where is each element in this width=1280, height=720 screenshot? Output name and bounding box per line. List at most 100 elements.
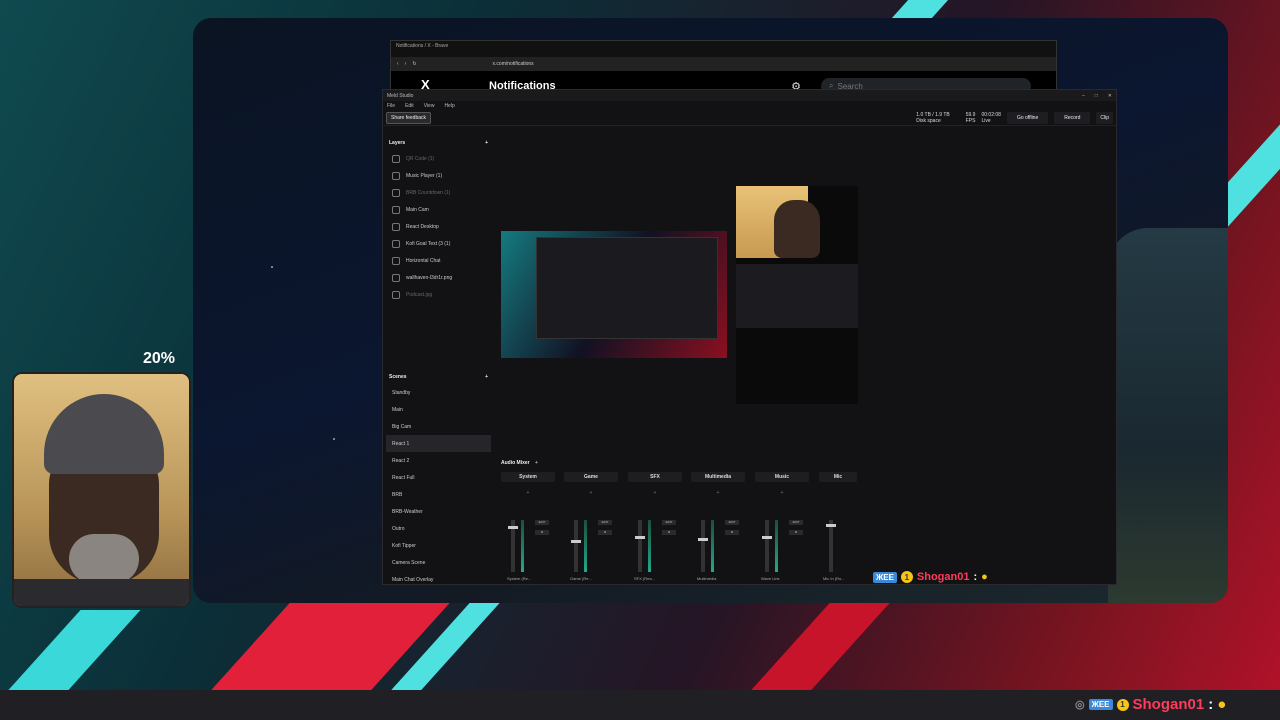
record-button[interactable]: Record [1054, 111, 1091, 124]
chat-separator: : [973, 571, 978, 583]
preview-canvas-main[interactable] [501, 231, 727, 358]
scene-item[interactable]: Big Cam [386, 418, 491, 435]
mute-button[interactable]: M [789, 530, 803, 535]
scene-item[interactable]: Standby [386, 384, 491, 401]
add-filter-icon[interactable]: + [501, 490, 555, 496]
layer-icon [392, 256, 400, 265]
layers-header: Layers [389, 140, 406, 146]
scene-item[interactable]: Camera Scene [386, 554, 491, 571]
add-filter-icon[interactable]: + [755, 490, 809, 496]
level-meter [521, 520, 524, 572]
menu-help[interactable]: Help [444, 103, 454, 109]
add-filter-icon[interactable]: + [691, 490, 745, 496]
meld-studio-window: Meld Studio – □ ✕ File Edit View Help Sh… [382, 89, 1117, 585]
channel-name[interactable]: System [501, 472, 555, 482]
layer-label: React Desktop [406, 223, 439, 230]
menu-edit[interactable]: Edit [405, 103, 414, 109]
live-status: 00:02:08 Live [981, 112, 1000, 124]
scene-item-active[interactable]: React 1 [386, 435, 491, 452]
scenes-header: Scenes [389, 374, 407, 380]
mute-button[interactable]: M [598, 530, 612, 535]
cam-percent: 20% [143, 350, 176, 367]
layer-icon [392, 205, 400, 214]
layer-item[interactable]: Podcast.jpg [386, 286, 491, 303]
layer-item[interactable]: Horizontal Chat [386, 252, 491, 269]
star [271, 266, 273, 268]
scene-item[interactable]: BRB-Weather [386, 503, 491, 520]
preview-canvas-vertical[interactable] [736, 186, 858, 404]
channel-device[interactable]: SFX (Rea... [634, 576, 655, 581]
edit-button[interactable]: EDIT [789, 520, 803, 525]
channel-device[interactable]: Game (Re... [570, 576, 592, 581]
camera-feed [736, 186, 820, 258]
channel-device[interactable]: System (Re... [507, 576, 531, 581]
edit-button[interactable]: EDIT [598, 520, 612, 525]
level-meter [648, 520, 651, 572]
mute-button[interactable]: M [725, 530, 739, 535]
edit-button[interactable]: EDIT [535, 520, 549, 525]
scene-item[interactable]: React Full [386, 469, 491, 486]
layer-item[interactable]: Main Cam [386, 201, 491, 218]
forward-icon[interactable]: › [405, 61, 407, 67]
disk-label: Disk space [916, 117, 941, 124]
add-filter-icon[interactable]: + [628, 490, 682, 496]
layer-item[interactable]: BRB Countdown (1) [386, 184, 491, 201]
chat-badge: ЖЕЕ [1088, 699, 1113, 710]
channel-name[interactable]: Multimedia [691, 472, 745, 482]
go-offline-button[interactable]: Go offline [1006, 111, 1049, 124]
volume-fader[interactable] [508, 520, 518, 572]
nested-screen [736, 264, 858, 328]
channel-device[interactable]: Mic In (Ro... [823, 576, 845, 581]
edit-button[interactable]: EDIT [662, 520, 676, 525]
volume-fader[interactable] [826, 520, 836, 572]
mute-button[interactable]: M [662, 530, 676, 535]
address-bar[interactable]: ‹ › ↻ x.com/notifications [391, 57, 1056, 71]
channel-name[interactable]: Game [564, 472, 618, 482]
layer-item[interactable]: React Desktop [386, 218, 491, 235]
fps-status: 59.9 FPS [966, 112, 976, 124]
layer-item[interactable]: Music Player (1) [386, 167, 491, 184]
add-channel-icon[interactable]: + [535, 460, 538, 466]
add-filter-icon[interactable]: + [564, 490, 618, 496]
scene-item[interactable]: Kofi Tipper [386, 537, 491, 554]
url-text[interactable]: x.com/notifications [493, 61, 534, 67]
maximize-icon[interactable]: □ [1095, 93, 1098, 99]
layer-icon [392, 171, 400, 180]
chat-username[interactable]: Shogan01 [1133, 696, 1205, 713]
share-feedback-button[interactable]: Share feedback [386, 111, 432, 124]
add-scene-icon[interactable]: + [485, 374, 488, 380]
volume-fader[interactable] [571, 520, 581, 572]
mute-button[interactable]: M [535, 530, 549, 535]
layer-item[interactable]: Kofi Goal Text (3 (1) [386, 235, 491, 252]
channel-name[interactable]: Mic [819, 472, 857, 482]
live-label: Live [981, 117, 991, 124]
studio-title: Meld Studio [387, 92, 414, 99]
scene-item[interactable]: Main Chat Overlay [386, 571, 491, 588]
menu-view[interactable]: View [424, 103, 435, 109]
disk-status: 1.0 TB / 1.9 TB Disk space [916, 112, 949, 124]
scene-item[interactable]: React 2 [386, 452, 491, 469]
volume-fader[interactable] [698, 520, 708, 572]
scene-item[interactable]: BRB [386, 486, 491, 503]
menu-file[interactable]: File [387, 103, 395, 109]
scene-item[interactable]: Outro [386, 520, 491, 537]
layer-label: Horizontal Chat [406, 257, 441, 264]
layer-item[interactable]: wallhaven-l3dr1r.png [386, 269, 491, 286]
layer-item[interactable]: QR Code (1) [386, 150, 491, 167]
clip-button[interactable]: Clip [1096, 111, 1113, 124]
scene-item[interactable]: Main [386, 401, 491, 418]
channel-name[interactable]: Music [755, 472, 809, 482]
reload-icon[interactable]: ↻ [412, 61, 416, 67]
layer-icon [392, 290, 400, 299]
chat-username[interactable]: Shogan01 [917, 571, 970, 583]
channel-device[interactable]: Multimedia [697, 576, 716, 581]
volume-fader[interactable] [635, 520, 645, 572]
volume-fader[interactable] [762, 520, 772, 572]
channel-name[interactable]: SFX [628, 472, 682, 482]
channel-device[interactable]: Wave Link [761, 576, 780, 581]
add-layer-icon[interactable]: + [485, 140, 488, 146]
back-icon[interactable]: ‹ [397, 61, 399, 67]
edit-button[interactable]: EDIT [725, 520, 739, 525]
close-icon[interactable]: ✕ [1108, 93, 1112, 99]
minimize-icon[interactable]: – [1082, 93, 1085, 99]
